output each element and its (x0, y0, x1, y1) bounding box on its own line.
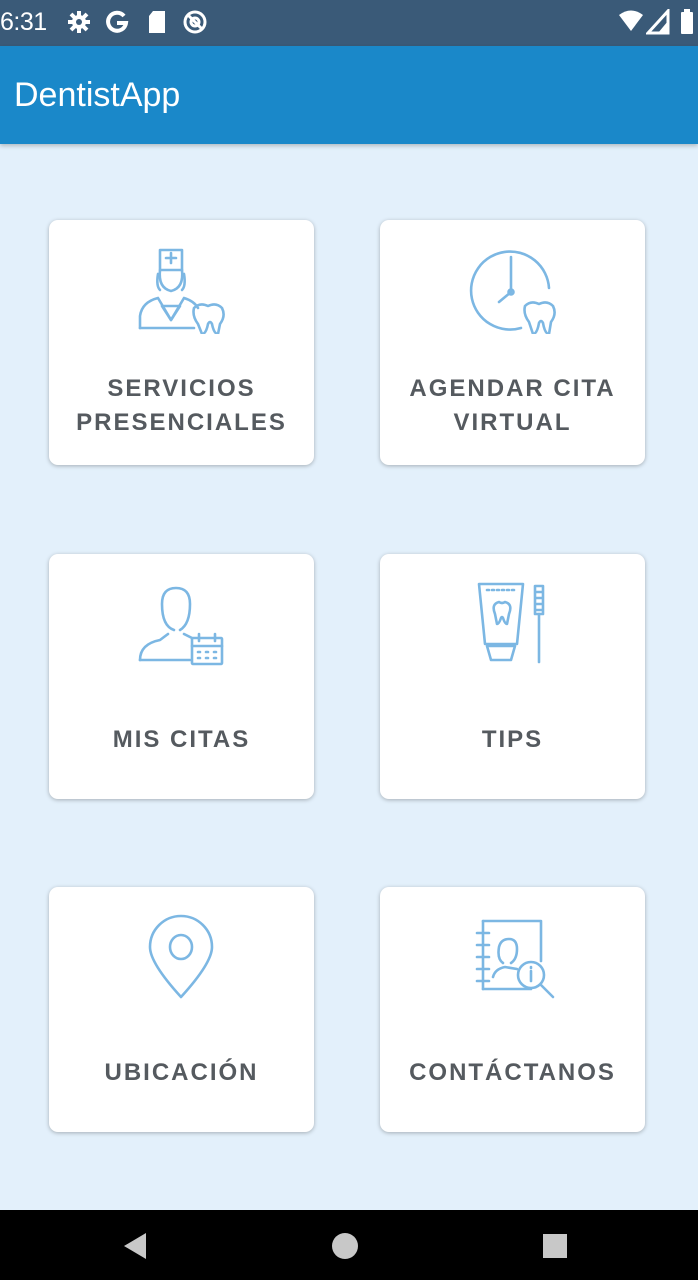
home-button[interactable] (306, 1210, 386, 1280)
google-icon (104, 9, 130, 40)
home-icon (332, 1233, 358, 1259)
menu-card-label: TIPS (481, 726, 544, 753)
menu-card-label: AGENDAR CITA VIRTUAL (409, 375, 616, 436)
menu-card-label: UBICACIÓN (104, 1059, 259, 1086)
app-title: DentistApp (14, 76, 181, 114)
back-icon (124, 1233, 146, 1259)
menu-card-label: SERVICIOS PRESENCIALES (76, 375, 287, 436)
system-nav-bar (0, 1210, 698, 1280)
wifi-icon (618, 9, 644, 40)
menu-card-servicios-presenciales[interactable]: SERVICIOS PRESENCIALES (49, 220, 314, 465)
location-pin-icon (136, 911, 226, 1001)
clock-tooth-icon (467, 244, 557, 336)
menu-card-ubicacion[interactable]: UBICACIÓN (49, 887, 314, 1132)
menu-card-tips[interactable]: TIPS (380, 554, 645, 799)
sd-card-icon (146, 9, 168, 40)
status-bar: 6:31 (0, 0, 698, 46)
recents-icon (543, 1234, 567, 1258)
menu-card-label: CONTÁCTANOS (409, 1059, 616, 1086)
menu-card-label: MIS CITAS (112, 726, 251, 753)
nurse-tooth-icon (136, 244, 226, 336)
back-button[interactable] (96, 1210, 176, 1280)
toothpaste-brush-icon (467, 578, 557, 668)
gear-icon (66, 9, 92, 40)
menu-card-mis-citas[interactable]: MIS CITAS (49, 554, 314, 799)
contact-book-search-icon (467, 911, 557, 1001)
battery-icon (680, 9, 694, 40)
status-time: 6:31 (0, 8, 47, 36)
user-calendar-icon (136, 578, 226, 668)
menu-card-agendar-cita-virtual[interactable]: AGENDAR CITA VIRTUAL (380, 220, 645, 465)
recents-button[interactable] (516, 1210, 596, 1280)
menu-card-contactanos[interactable]: CONTÁCTANOS (380, 887, 645, 1132)
app-bar: DentistApp (0, 46, 698, 144)
sync-icon (182, 9, 208, 40)
signal-icon (644, 7, 670, 40)
